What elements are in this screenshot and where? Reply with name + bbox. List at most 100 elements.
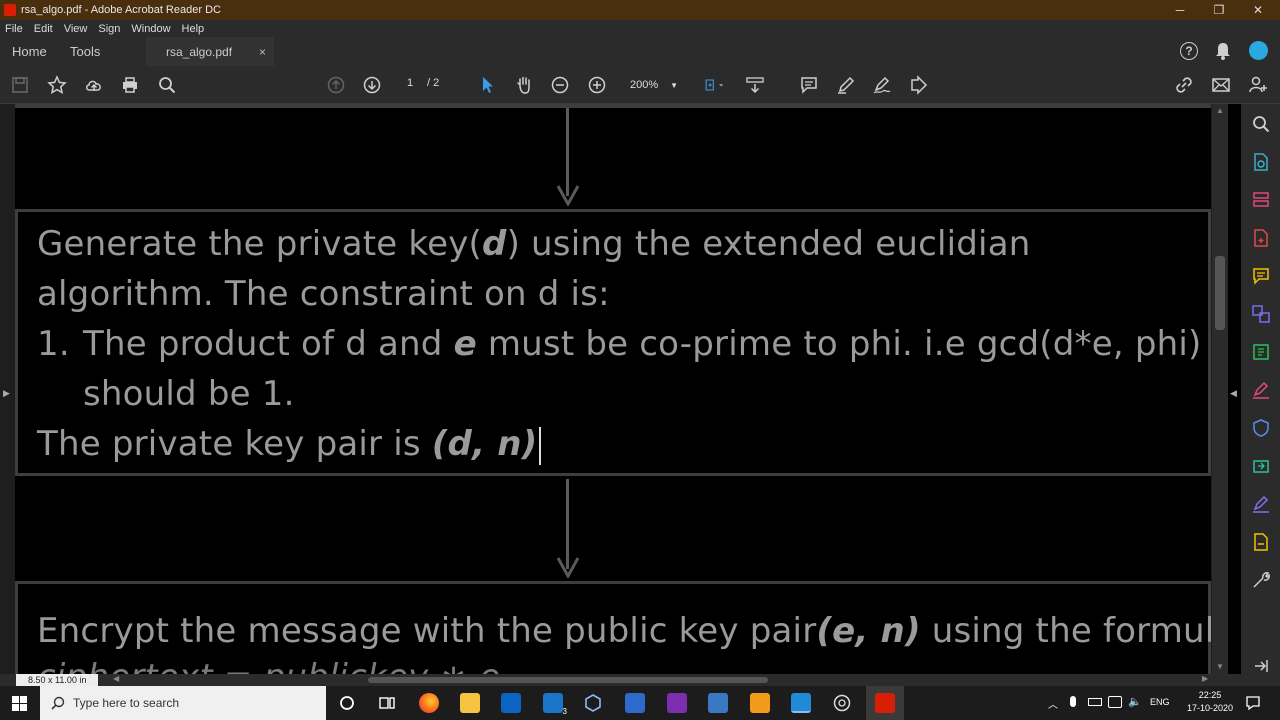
scroll-mode-icon[interactable] xyxy=(745,75,765,95)
status-bar: 8.50 x 11.00 in ◀ ▶ xyxy=(0,674,1280,686)
network-icon[interactable] xyxy=(1108,696,1122,708)
combine-files-icon[interactable] xyxy=(1251,304,1271,324)
taskbar-search-box[interactable]: Type here to search xyxy=(40,686,326,720)
menu-file[interactable]: File xyxy=(5,23,23,35)
file-explorer-icon[interactable] xyxy=(460,693,480,713)
comment-icon[interactable] xyxy=(799,75,819,95)
taskbar-clock[interactable]: 22:25 17-10-2020 xyxy=(1185,689,1235,715)
highlight-pen-icon[interactable] xyxy=(836,75,856,95)
sublime-text-icon[interactable] xyxy=(750,693,770,713)
notifications-bell-icon[interactable] xyxy=(1215,42,1231,60)
send-for-review-icon[interactable] xyxy=(1251,456,1271,476)
vscode-icon[interactable] xyxy=(791,693,811,713)
help-icon[interactable]: ? xyxy=(1180,42,1198,60)
export-pdf-icon[interactable] xyxy=(1251,152,1271,172)
microsoft-store-icon[interactable] xyxy=(501,693,521,713)
edit-pdf-icon[interactable] xyxy=(1251,342,1271,362)
battery-icon[interactable] xyxy=(1088,698,1102,706)
share-link-icon[interactable] xyxy=(1174,75,1194,95)
menu-sign[interactable]: Sign xyxy=(98,23,120,35)
clock-date: 17-10-2020 xyxy=(1186,703,1234,713)
menu-help[interactable]: Help xyxy=(182,23,205,35)
create-pdf-icon[interactable] xyxy=(1251,228,1271,248)
page-total: / 2 xyxy=(427,77,440,89)
calculator-icon[interactable] xyxy=(708,693,728,713)
horizontal-scrollbar-thumb[interactable] xyxy=(368,677,768,683)
tab-home[interactable]: Home xyxy=(12,37,47,66)
tab-close-button[interactable]: × xyxy=(259,45,266,59)
scroll-left-icon[interactable]: ◀ xyxy=(113,674,119,683)
constraint-item-text-line2: should be 1. xyxy=(83,374,295,414)
vertical-scrollbar-thumb[interactable] xyxy=(1215,256,1225,330)
constraint-item-text: The product of d and e must be co-prime … xyxy=(83,324,1202,364)
pdf-page: Generate the private key(d) using the ex… xyxy=(15,104,1228,674)
account-avatar[interactable] xyxy=(1249,41,1268,60)
vertical-scrollbar[interactable]: ▲ ▼ xyxy=(1212,104,1228,674)
right-pane-toggle-icon[interactable]: ◀ xyxy=(1230,388,1237,399)
request-signature-icon[interactable] xyxy=(1251,494,1271,514)
menu-window[interactable]: Window xyxy=(131,23,170,35)
minimize-button[interactable]: ─ xyxy=(1160,0,1200,20)
close-window-button[interactable]: ✕ xyxy=(1238,0,1278,20)
print-icon[interactable] xyxy=(120,75,140,95)
acrobat-taskbar-button[interactable] xyxy=(866,686,904,720)
draw-sign-icon[interactable] xyxy=(872,75,892,95)
collapse-pane-icon[interactable] xyxy=(1251,656,1271,676)
hand-tool-icon[interactable] xyxy=(514,75,534,95)
email-icon[interactable] xyxy=(1211,75,1231,95)
zoom-level-value: 200% xyxy=(630,79,659,91)
cortana-icon[interactable] xyxy=(337,693,357,713)
tray-overflow-chevron-icon[interactable]: ︿ xyxy=(1048,696,1058,711)
maximize-button[interactable]: ❐ xyxy=(1199,0,1239,20)
scroll-down-icon[interactable]: ▼ xyxy=(1216,662,1224,671)
send-file-icon[interactable] xyxy=(1251,532,1271,552)
fit-page-icon[interactable] xyxy=(700,75,728,95)
add-user-icon[interactable] xyxy=(1248,75,1268,95)
zoom-search-icon[interactable] xyxy=(1251,114,1271,134)
tab-tools[interactable]: Tools xyxy=(70,37,100,66)
input-language[interactable]: ENG xyxy=(1150,697,1170,707)
previous-page-icon[interactable] xyxy=(326,75,346,95)
more-tools-icon[interactable] xyxy=(1251,570,1271,590)
mail-icon[interactable]: 3 xyxy=(543,693,567,716)
slide-border-top xyxy=(15,104,1211,108)
document-viewport[interactable]: Generate the private key(d) using the ex… xyxy=(0,104,1228,674)
notification-center-icon[interactable] xyxy=(1245,695,1261,711)
obs-studio-icon[interactable] xyxy=(832,693,852,713)
clock-time: 22:25 xyxy=(1198,690,1222,700)
fill-sign-icon[interactable] xyxy=(909,75,929,95)
zoom-in-icon[interactable] xyxy=(587,75,607,95)
chevron-down-icon: ▼ xyxy=(670,80,678,90)
cloud-upload-icon[interactable] xyxy=(84,75,104,95)
volume-icon[interactable]: 🔈 xyxy=(1128,695,1142,708)
select-cursor-icon[interactable] xyxy=(477,75,497,95)
organize-pages-icon[interactable] xyxy=(1251,190,1271,210)
next-page-icon[interactable] xyxy=(362,75,382,95)
flow-arrow-head-icon xyxy=(556,185,580,206)
save-icon[interactable] xyxy=(10,75,30,95)
tab-document[interactable]: rsa_algo.pdf × xyxy=(146,37,274,66)
microphone-icon[interactable] xyxy=(1070,696,1076,707)
onenote-icon[interactable] xyxy=(667,693,687,713)
powershell-icon[interactable] xyxy=(625,693,645,713)
zoom-level-dropdown[interactable]: 200% ▼ xyxy=(621,76,681,94)
search-icon[interactable] xyxy=(157,75,177,95)
virtualbox-icon[interactable] xyxy=(583,693,603,713)
comment-tool-icon[interactable] xyxy=(1251,266,1271,286)
left-pane-toggle-icon[interactable]: ▶ xyxy=(3,388,10,399)
fill-and-sign-icon[interactable] xyxy=(1251,380,1271,400)
taskbar-search-icon xyxy=(51,696,65,710)
menu-edit[interactable]: Edit xyxy=(34,23,53,35)
private-key-pair-line: The private key pair is (d, n) xyxy=(37,419,542,469)
windows-start-icon[interactable] xyxy=(12,696,27,711)
protect-shield-icon[interactable] xyxy=(1251,418,1271,438)
page-number-input[interactable]: 1 xyxy=(398,77,422,93)
scroll-up-icon[interactable]: ▲ xyxy=(1216,106,1224,115)
zoom-out-icon[interactable] xyxy=(550,75,570,95)
menu-view[interactable]: View xyxy=(64,23,88,35)
taskbar-search-placeholder: Type here to search xyxy=(73,696,180,710)
scroll-right-icon[interactable]: ▶ xyxy=(1202,674,1208,683)
firefox-icon[interactable] xyxy=(419,693,439,713)
bookmark-star-icon[interactable] xyxy=(47,75,67,95)
task-view-icon[interactable] xyxy=(377,693,397,713)
